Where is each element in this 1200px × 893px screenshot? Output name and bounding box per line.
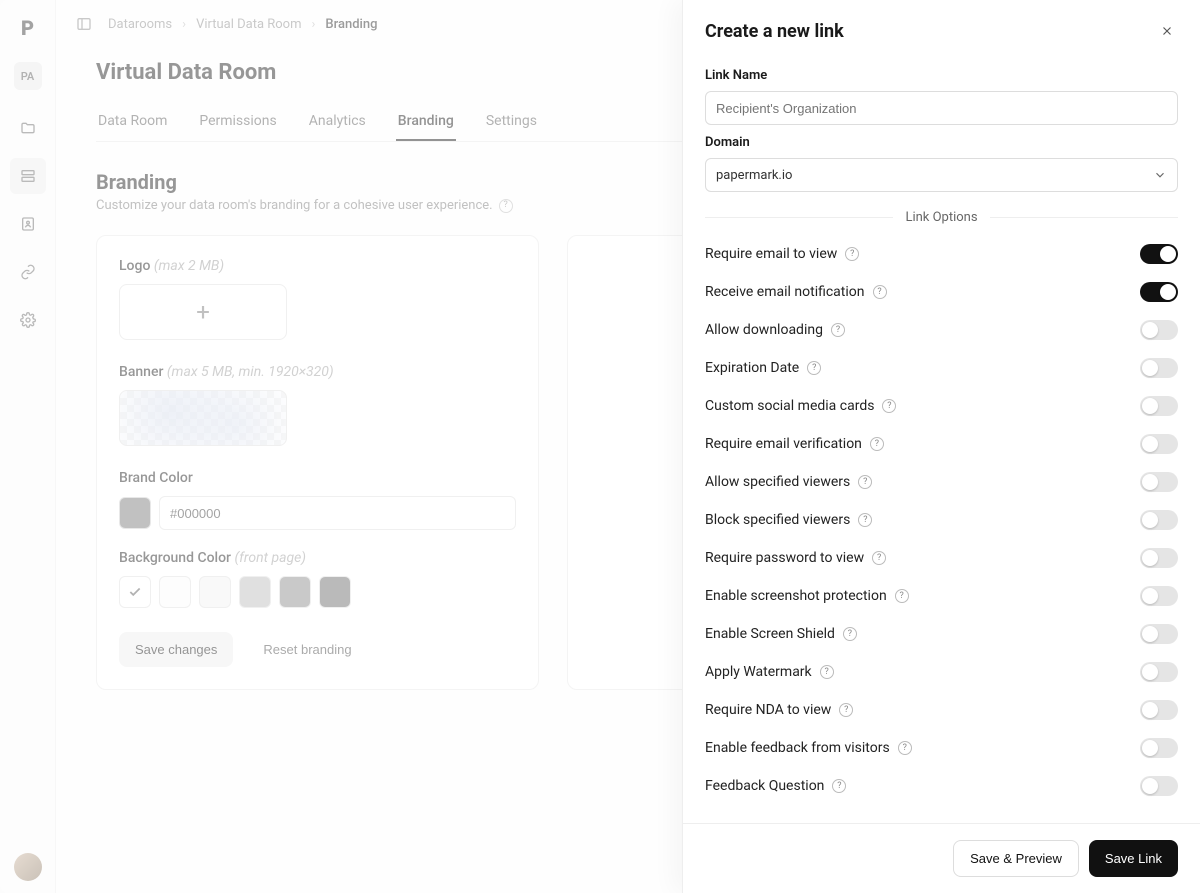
- help-icon[interactable]: ?: [895, 589, 909, 603]
- toggle-password[interactable]: [1140, 548, 1178, 568]
- help-icon[interactable]: ?: [858, 513, 872, 527]
- opt-label: Feedback Question: [705, 778, 824, 794]
- help-icon[interactable]: ?: [831, 323, 845, 337]
- toggle-allow-download[interactable]: [1140, 320, 1178, 340]
- toggle-feedback-question[interactable]: [1140, 776, 1178, 796]
- chevron-down-icon: [1153, 168, 1167, 182]
- toggle-watermark[interactable]: [1140, 662, 1178, 682]
- create-link-drawer: Create a new link Link Name Domain paper…: [682, 0, 1200, 893]
- toggle-require-email[interactable]: [1140, 244, 1178, 264]
- close-icon[interactable]: [1156, 20, 1178, 42]
- opt-label: Allow specified viewers: [705, 474, 850, 490]
- opt-label: Expiration Date: [705, 360, 799, 376]
- opt-label: Receive email notification: [705, 284, 865, 300]
- options-divider: Link Options: [705, 210, 1178, 225]
- opt-label: Require password to view: [705, 550, 864, 566]
- domain-select[interactable]: papermark.io: [705, 158, 1178, 192]
- opt-label: Allow downloading: [705, 322, 823, 338]
- help-icon[interactable]: ?: [807, 361, 821, 375]
- toggle-social-cards[interactable]: [1140, 396, 1178, 416]
- opt-label: Require email verification: [705, 436, 862, 452]
- opt-label: Enable screenshot protection: [705, 588, 887, 604]
- toggle-email-verify[interactable]: [1140, 434, 1178, 454]
- toggle-feedback[interactable]: [1140, 738, 1178, 758]
- toggle-allow-viewers[interactable]: [1140, 472, 1178, 492]
- opt-label: Enable feedback from visitors: [705, 740, 890, 756]
- opt-label: Require email to view: [705, 246, 837, 262]
- link-name-input[interactable]: [705, 91, 1178, 125]
- domain-value: papermark.io: [716, 168, 792, 183]
- help-icon[interactable]: ?: [832, 779, 846, 793]
- help-icon[interactable]: ?: [843, 627, 857, 641]
- opt-label: Apply Watermark: [705, 664, 812, 680]
- toggle-expiration[interactable]: [1140, 358, 1178, 378]
- toggle-screen-shield[interactable]: [1140, 624, 1178, 644]
- help-icon[interactable]: ?: [845, 247, 859, 261]
- help-icon[interactable]: ?: [872, 551, 886, 565]
- opt-label: Enable Screen Shield: [705, 626, 835, 642]
- opt-label: Block specified viewers: [705, 512, 850, 528]
- help-icon[interactable]: ?: [858, 475, 872, 489]
- drawer-title: Create a new link: [705, 21, 844, 42]
- toggle-nda[interactable]: [1140, 700, 1178, 720]
- help-icon[interactable]: ?: [882, 399, 896, 413]
- help-icon[interactable]: ?: [873, 285, 887, 299]
- toggle-block-viewers[interactable]: [1140, 510, 1178, 530]
- help-icon[interactable]: ?: [870, 437, 884, 451]
- save-preview-button[interactable]: Save & Preview: [953, 840, 1079, 877]
- domain-label: Domain: [705, 135, 1178, 150]
- toggle-email-notification[interactable]: [1140, 282, 1178, 302]
- opt-label: Custom social media cards: [705, 398, 874, 414]
- save-link-button[interactable]: Save Link: [1089, 840, 1178, 877]
- link-name-label: Link Name: [705, 68, 1178, 83]
- help-icon[interactable]: ?: [839, 703, 853, 717]
- opt-label: Require NDA to view: [705, 702, 831, 718]
- help-icon[interactable]: ?: [820, 665, 834, 679]
- toggle-screenshot[interactable]: [1140, 586, 1178, 606]
- help-icon[interactable]: ?: [898, 741, 912, 755]
